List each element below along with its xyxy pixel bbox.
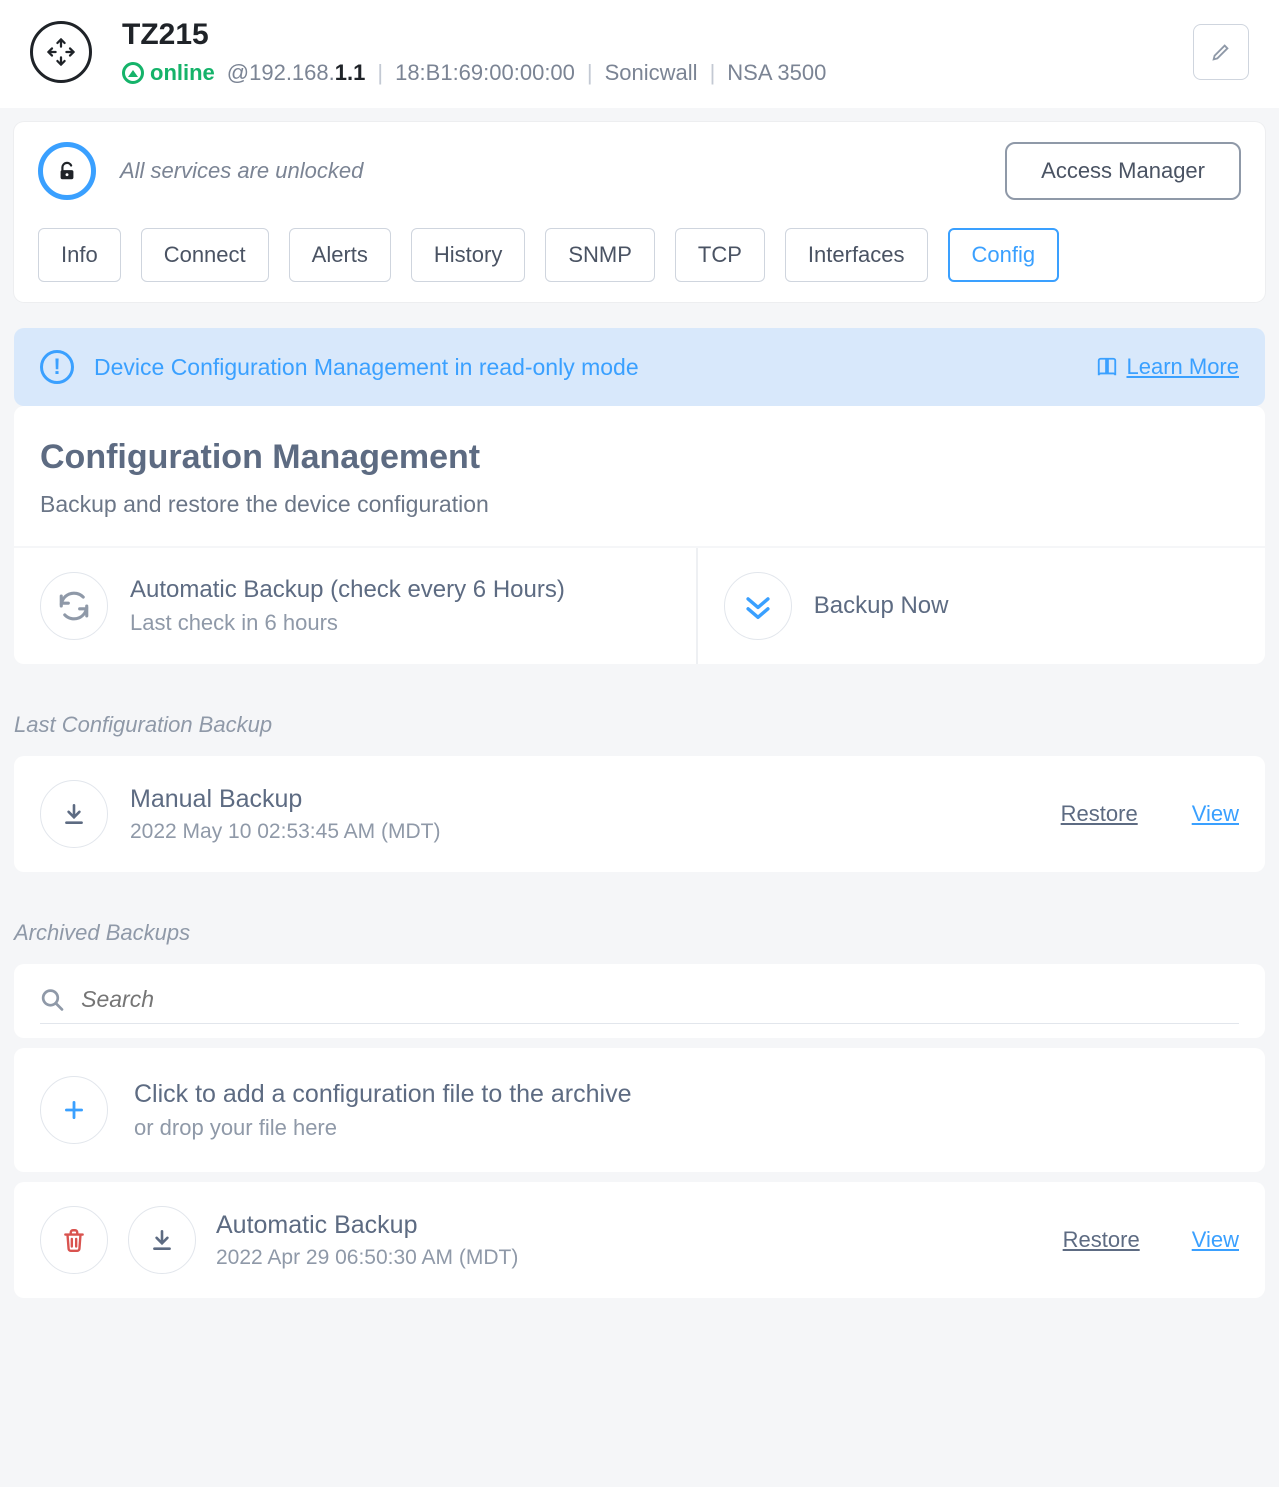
backup-now-label: Backup Now bbox=[814, 592, 949, 620]
access-tabs-card: All services are unlocked Access Manager… bbox=[14, 122, 1265, 302]
lock-badge bbox=[38, 142, 96, 200]
search-input[interactable] bbox=[81, 986, 1239, 1013]
tabs-row: Info Connect Alerts History SNMP TCP Int… bbox=[38, 228, 1241, 282]
learn-more-link[interactable]: Learn More bbox=[1096, 354, 1239, 380]
backup-now-button[interactable]: Backup Now bbox=[698, 548, 1265, 664]
upload-subtitle: or drop your file here bbox=[134, 1115, 632, 1141]
config-management-header: Configuration Management Backup and rest… bbox=[14, 406, 1265, 546]
auto-backup-sub: Last check in 6 hours bbox=[130, 610, 565, 636]
download-icon bbox=[61, 801, 87, 827]
section-title: Configuration Management bbox=[40, 438, 1239, 477]
device-meta: online @192.168.1.1 | 18:B1:69:00:00:00 … bbox=[122, 60, 1193, 86]
upload-title: Click to add a configuration file to the… bbox=[134, 1080, 632, 1109]
archive-item-title: Automatic Backup bbox=[216, 1211, 1011, 1240]
sync-icon bbox=[40, 572, 108, 640]
device-name: TZ215 bbox=[122, 18, 1193, 52]
archive-item: Automatic Backup 2022 Apr 29 06:50:30 AM… bbox=[14, 1182, 1265, 1298]
tab-interfaces[interactable]: Interfaces bbox=[785, 228, 928, 282]
tab-snmp[interactable]: SNMP bbox=[545, 228, 655, 282]
tab-connect[interactable]: Connect bbox=[141, 228, 269, 282]
device-header: TZ215 online @192.168.1.1 | 18:B1:69:00:… bbox=[0, 0, 1279, 108]
tab-tcp[interactable]: TCP bbox=[675, 228, 765, 282]
book-icon bbox=[1096, 356, 1118, 378]
device-mac: 18:B1:69:00:00:00 bbox=[395, 60, 575, 86]
notice-text: Device Configuration Management in read-… bbox=[94, 354, 1076, 381]
view-link[interactable]: View bbox=[1192, 801, 1239, 827]
device-model: NSA 3500 bbox=[727, 60, 826, 86]
tab-history[interactable]: History bbox=[411, 228, 525, 282]
section-subtitle: Backup and restore the device configurat… bbox=[40, 491, 1239, 518]
download-double-icon bbox=[724, 572, 792, 640]
plus-icon bbox=[40, 1076, 108, 1144]
last-backup-item: Manual Backup 2022 May 10 02:53:45 AM (M… bbox=[14, 756, 1265, 872]
search-card bbox=[14, 964, 1265, 1038]
status-chip: online bbox=[122, 60, 215, 86]
archive-item-date: 2022 Apr 29 06:50:30 AM (MDT) bbox=[216, 1246, 1011, 1270]
access-manager-button[interactable]: Access Manager bbox=[1005, 142, 1241, 200]
tab-alerts[interactable]: Alerts bbox=[289, 228, 391, 282]
tab-info[interactable]: Info bbox=[38, 228, 121, 282]
delete-button[interactable] bbox=[40, 1206, 108, 1274]
download-icon bbox=[149, 1227, 175, 1253]
readonly-notice: ! Device Configuration Management in rea… bbox=[14, 328, 1265, 406]
status-label: online bbox=[150, 60, 215, 86]
last-backup-date: 2022 May 10 02:53:45 AM (MDT) bbox=[130, 820, 1007, 844]
archive-restore-link[interactable]: Restore bbox=[1063, 1227, 1140, 1253]
last-backup-title: Manual Backup bbox=[130, 785, 1007, 814]
download-button[interactable] bbox=[40, 780, 108, 848]
archive-view-link[interactable]: View bbox=[1192, 1227, 1239, 1253]
device-ip: @192.168.1.1 bbox=[227, 60, 366, 86]
info-icon: ! bbox=[40, 350, 74, 384]
archived-label: Archived Backups bbox=[14, 920, 1265, 946]
unlock-icon bbox=[56, 160, 78, 182]
auto-backup-info: Automatic Backup (check every 6 Hours) L… bbox=[14, 548, 698, 664]
upload-card[interactable]: Click to add a configuration file to the… bbox=[14, 1048, 1265, 1172]
archive-download-button[interactable] bbox=[128, 1206, 196, 1274]
restore-link[interactable]: Restore bbox=[1061, 801, 1138, 827]
backup-row: Automatic Backup (check every 6 Hours) L… bbox=[14, 548, 1265, 664]
device-vendor: Sonicwall bbox=[605, 60, 698, 86]
trash-icon bbox=[61, 1227, 87, 1253]
tab-config[interactable]: Config bbox=[948, 228, 1060, 282]
auto-backup-title: Automatic Backup (check every 6 Hours) bbox=[130, 576, 565, 604]
edit-button[interactable] bbox=[1193, 24, 1249, 80]
last-backup-label: Last Configuration Backup bbox=[14, 712, 1265, 738]
status-up-icon bbox=[122, 62, 144, 84]
search-icon bbox=[40, 987, 65, 1013]
pencil-icon bbox=[1210, 41, 1232, 63]
services-unlocked-text: All services are unlocked bbox=[120, 158, 981, 184]
device-icon bbox=[30, 21, 92, 83]
